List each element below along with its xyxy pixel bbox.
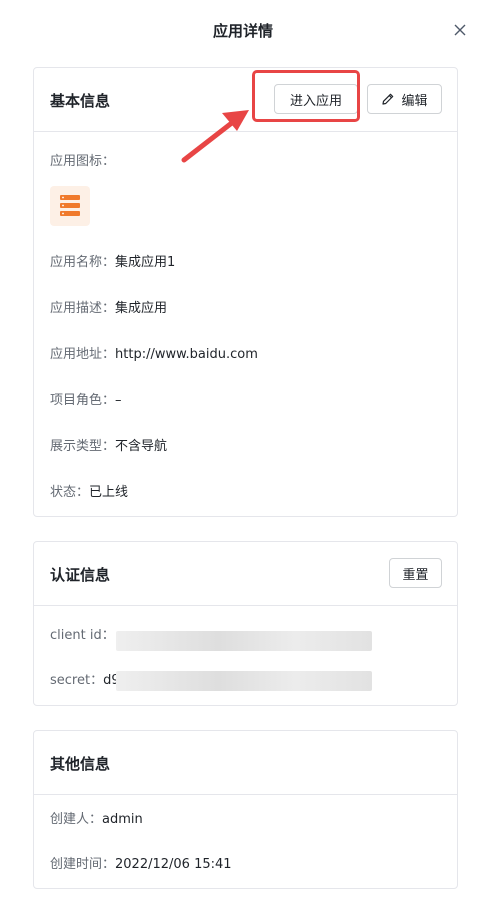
created-time-row: 创建时间：2022/12/06 15:41 bbox=[50, 853, 232, 872]
field-label: 应用描述： bbox=[50, 301, 116, 316]
secret-value-redacted bbox=[116, 671, 372, 691]
client-id-value-redacted bbox=[116, 631, 372, 651]
basic-info-title: 基本信息 bbox=[50, 92, 111, 110]
field-value: 已上线 bbox=[89, 485, 129, 500]
close-icon[interactable] bbox=[452, 22, 468, 38]
field-label: 应用名称： bbox=[50, 255, 116, 270]
field-label: 展示类型： bbox=[50, 439, 116, 454]
server-icon bbox=[60, 195, 80, 216]
creator-value: admin bbox=[102, 812, 143, 827]
creator-label: 创建人： bbox=[50, 812, 103, 827]
field-value: – bbox=[115, 393, 122, 408]
created-time-label: 创建时间： bbox=[50, 857, 116, 872]
field-value: 集成应用 bbox=[115, 301, 168, 316]
field-app-name: 应用名称：集成应用1 bbox=[50, 251, 175, 270]
field-value: http://www.baidu.com bbox=[115, 347, 258, 362]
field-label: 项目角色： bbox=[50, 393, 116, 408]
reset-button[interactable]: 重置 bbox=[389, 558, 442, 588]
app-icon-label: 应用图标： bbox=[50, 154, 116, 169]
field-label: 应用地址： bbox=[50, 347, 116, 362]
highlight-box bbox=[252, 70, 360, 122]
edit-button[interactable]: 编辑 bbox=[367, 84, 442, 114]
app-icon bbox=[50, 186, 90, 226]
created-time-value: 2022/12/06 15:41 bbox=[115, 857, 232, 872]
pencil-icon bbox=[382, 93, 394, 105]
basic-info-card: 基本信息 进入应用 编辑 应用图标： 应用名称：集成应用1 应用描述：集成应用 … bbox=[33, 67, 458, 517]
auth-info-header: 认证信息 重置 bbox=[34, 542, 457, 606]
other-info-card: 其他信息 创建人：admin 创建时间：2022/12/06 15:41 bbox=[33, 730, 458, 889]
secret-row: secret：d9 bbox=[50, 669, 120, 688]
field-value: 集成应用1 bbox=[115, 255, 176, 270]
other-info-header: 其他信息 bbox=[34, 731, 457, 795]
other-info-title: 其他信息 bbox=[50, 755, 111, 773]
field-project-role: 项目角色：– bbox=[50, 389, 122, 408]
page-title: 应用详情 bbox=[212, 22, 273, 40]
field-status: 状态：已上线 bbox=[50, 481, 128, 500]
field-label: 状态： bbox=[50, 485, 90, 500]
auth-info-title: 认证信息 bbox=[50, 566, 111, 584]
field-value: 不含导航 bbox=[115, 439, 168, 454]
field-app-desc: 应用描述：集成应用 bbox=[50, 297, 167, 316]
reset-label: 重置 bbox=[402, 567, 429, 583]
secret-label: secret： bbox=[50, 673, 104, 688]
edit-label: 编辑 bbox=[401, 93, 428, 109]
drawer-header: 应用详情 bbox=[0, 0, 486, 64]
client-id-label: client id： bbox=[50, 628, 115, 643]
creator-row: 创建人：admin bbox=[50, 808, 143, 827]
field-app-url: 应用地址：http://www.baidu.com bbox=[50, 343, 258, 362]
auth-info-card: 认证信息 重置 client id： secret：d9 bbox=[33, 541, 458, 706]
field-display-type: 展示类型：不含导航 bbox=[50, 435, 167, 454]
basic-info-header: 基本信息 进入应用 编辑 bbox=[34, 68, 457, 132]
